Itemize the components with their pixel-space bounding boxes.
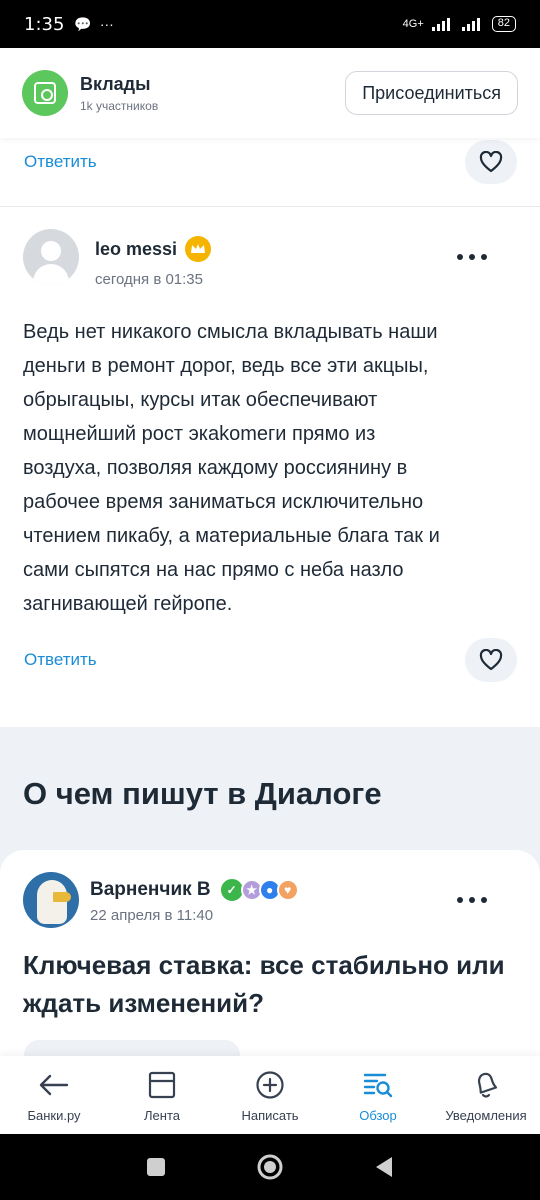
join-button[interactable]: Присоединиться	[345, 71, 518, 115]
group-header: Вклады 1k участников Присоединиться	[0, 48, 540, 138]
comment-time: сегодня в 01:35	[95, 271, 203, 288]
recent-apps-icon[interactable]	[146, 1157, 166, 1177]
post-more-options-icon[interactable]	[457, 895, 487, 905]
signal-icon-2	[461, 18, 480, 31]
status-time: 1:35	[24, 13, 65, 35]
heart-icon	[479, 151, 503, 173]
user-badges: ✓ ★ ● ♥	[218, 877, 299, 903]
crown-icon	[185, 236, 212, 262]
arrow-left-icon	[37, 1068, 71, 1102]
reply-link[interactable]: Ответить	[24, 650, 97, 670]
group-avatar[interactable]	[22, 70, 68, 116]
status-bar: 1:35 💬 ··· 4G+ 82	[0, 0, 540, 48]
like-button-top[interactable]	[465, 140, 517, 184]
more-options-icon[interactable]	[457, 252, 487, 262]
nav-notifications[interactable]: Уведомления	[432, 1056, 540, 1134]
safe-icon	[34, 82, 56, 104]
post-avatar[interactable]	[23, 872, 79, 928]
group-members-count: 1k участников	[80, 98, 159, 113]
group-title[interactable]: Вклады	[80, 74, 158, 95]
reply-link-top[interactable]: Ответить	[24, 152, 97, 172]
section-title: О чем пишут в Диалоге	[23, 776, 382, 811]
post-title[interactable]: Ключевая ставка: все стабильно или ждать…	[23, 946, 523, 1022]
plus-circle-icon	[253, 1068, 287, 1102]
signal-icon	[431, 18, 450, 31]
comment-author[interactable]: leo messi	[95, 236, 212, 262]
bottom-navigation: Банки.ру Лента Написать Обзор Уведомлени…	[0, 1056, 540, 1134]
post-time: 22 апреля в 11:40	[90, 907, 214, 924]
nav-overview[interactable]: Обзор	[324, 1056, 432, 1134]
nav-feed[interactable]: Лента	[108, 1056, 216, 1134]
overview-icon	[361, 1068, 395, 1102]
system-navigation-bar	[0, 1134, 540, 1200]
divider	[0, 206, 540, 207]
nav-banki[interactable]: Банки.ру	[0, 1056, 108, 1134]
post-author[interactable]: Варненчик В ✓ ★ ● ♥	[90, 877, 299, 903]
like-button[interactable]	[465, 638, 517, 682]
more-notifications-icon: ···	[99, 16, 114, 32]
battery-indicator: 82	[491, 16, 516, 32]
network-label: 4G+	[402, 18, 424, 30]
back-icon[interactable]	[374, 1156, 394, 1178]
comment-text: Ведь нет никакого смысла вкладывать наши…	[23, 321, 440, 615]
chat-bubble-icon: 💬	[74, 15, 92, 32]
heart-icon	[479, 649, 503, 671]
bell-icon	[469, 1068, 503, 1102]
heart-badge-icon: ♥	[276, 879, 299, 901]
nav-write[interactable]: Написать	[216, 1056, 324, 1134]
feed-icon	[145, 1068, 179, 1102]
avatar[interactable]	[23, 229, 79, 285]
home-icon[interactable]	[256, 1153, 284, 1181]
